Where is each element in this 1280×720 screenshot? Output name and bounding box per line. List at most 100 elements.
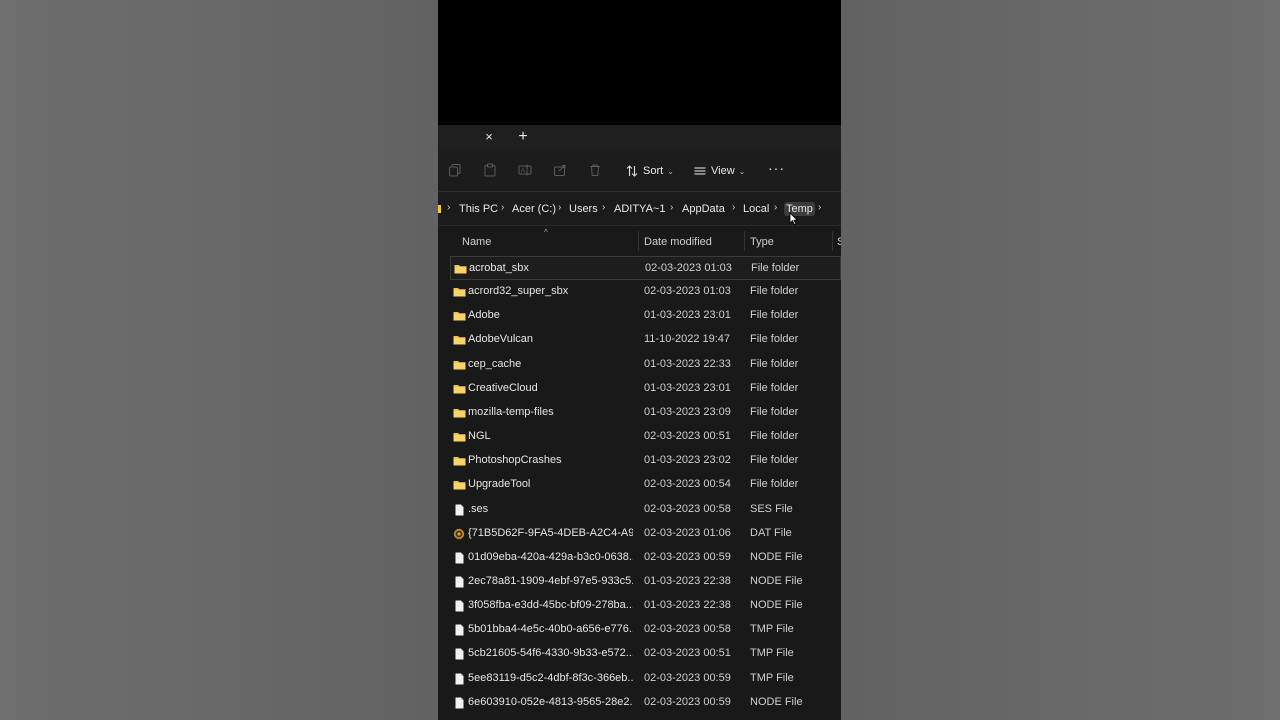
column-divider[interactable]	[744, 231, 745, 251]
file-type: TMP File	[750, 647, 794, 660]
file-row[interactable]: 5b01bba4-4e5c-40b0-a656-e776... 02-03-202…	[450, 618, 841, 642]
file-row[interactable]: UpgradeTool 02-03-2023 00:54 File folder	[450, 473, 841, 497]
file-date-modified: 02-03-2023 00:58	[644, 502, 731, 515]
file-icon	[453, 551, 466, 564]
file-icon	[453, 696, 466, 709]
chevron-down-icon: ⌄	[738, 166, 746, 176]
file-date-modified: 02-03-2023 00:59	[644, 550, 731, 563]
file-date-modified: 01-03-2023 23:01	[644, 381, 731, 394]
breadcrumb-local[interactable]: Local	[743, 203, 769, 215]
file-row[interactable]: AdobeVulcan 11-10-2022 19:47 File folder	[450, 328, 841, 352]
file-type: File folder	[750, 309, 799, 322]
file-date-modified: 01-03-2023 23:01	[644, 309, 731, 322]
breadcrumb-this-pc[interactable]: This PC	[459, 203, 498, 215]
sort-ascending-icon: ^	[544, 228, 548, 237]
column-divider[interactable]	[638, 231, 639, 251]
dat-file-icon	[453, 527, 466, 539]
file-type: DAT File	[750, 526, 792, 539]
folder-icon	[453, 382, 466, 394]
file-type: NODE File	[750, 599, 803, 612]
delete-icon[interactable]	[588, 163, 602, 177]
file-name: cep_cache	[468, 357, 522, 370]
file-date-modified: 02-03-2023 00:58	[644, 623, 731, 636]
file-date-modified: 11-10-2022 19:47	[644, 333, 731, 346]
breadcrumb-expand-chevron[interactable]: ›	[818, 202, 821, 213]
breadcrumb-separator: ›	[602, 202, 606, 213]
paste-icon[interactable]	[483, 163, 497, 177]
file-name: 5ee83119-d5c2-4dbf-8f3c-366eb...	[468, 671, 633, 684]
file-name: 5b01bba4-4e5c-40b0-a656-e776...	[468, 623, 633, 636]
file-row[interactable]: acrobat_sbx 02-03-2023 01:03 File folder	[450, 256, 841, 280]
file-type: NODE File	[750, 550, 803, 563]
file-name: 01d09eba-420a-429a-b3c0-0638...	[468, 550, 633, 563]
new-tab-button[interactable]: +	[516, 129, 530, 145]
file-row[interactable]: 3f058fba-e3dd-45bc-bf09-278ba... 01-03-20…	[450, 594, 841, 618]
file-row[interactable]: cep_cache 01-03-2023 22:33 File folder	[450, 353, 841, 377]
file-row[interactable]: 6e603910-052e-4813-9565-28e2... 02-03-202…	[450, 691, 841, 715]
file-icon	[453, 647, 466, 660]
folder-icon	[453, 358, 466, 370]
breadcrumb-acer-c[interactable]: Acer (C:)	[512, 203, 556, 215]
share-icon[interactable]	[553, 163, 567, 177]
address-bar[interactable]: › This PC › Acer (C:) › Users › ADITYA~1…	[438, 192, 841, 226]
column-header-type[interactable]: Type	[750, 236, 774, 248]
file-row[interactable]: .ses 02-03-2023 00:58 SES File	[450, 498, 841, 522]
file-name: NGL	[468, 430, 491, 443]
file-date-modified: 02-03-2023 00:54	[644, 478, 731, 491]
file-date-modified: 01-03-2023 22:33	[644, 357, 731, 370]
file-date-modified: 02-03-2023 00:59	[644, 671, 731, 684]
file-row[interactable]: mozilla-temp-files 01-03-2023 23:09 File f…	[450, 401, 841, 425]
file-type: File folder	[750, 357, 799, 370]
column-header-size[interactable]: S	[837, 236, 841, 248]
breadcrumb-separator: ›	[501, 202, 505, 213]
file-name: 3f058fba-e3dd-45bc-bf09-278ba...	[468, 599, 633, 612]
file-row[interactable]: PhotoshopCrashes 01-03-2023 23:02 File fol…	[450, 449, 841, 473]
file-type: NODE File	[750, 574, 803, 587]
view-button[interactable]: View ⌄	[694, 161, 745, 181]
file-type: TMP File	[750, 623, 794, 636]
explorer-window: × + A Sort ⌄ View ⌄ ··· › This PC › Acer…	[438, 0, 841, 720]
file-icon	[453, 599, 466, 612]
view-icon	[694, 165, 706, 177]
file-name: UpgradeTool	[468, 478, 531, 491]
breadcrumb-users[interactable]: Users	[569, 203, 598, 215]
command-bar: A Sort ⌄ View ⌄ ···	[438, 151, 841, 192]
file-row[interactable]: 5cb21605-54f6-4330-9b33-e572... 02-03-202…	[450, 642, 841, 666]
folder-icon	[453, 406, 466, 418]
file-row[interactable]: {71B5D62F-9FA5-4DEB-A2C4-A9... 02-03-2023…	[450, 522, 841, 546]
file-name: 2ec78a81-1909-4ebf-97e5-933c5...	[468, 574, 633, 587]
file-date-modified: 01-03-2023 22:38	[644, 574, 731, 587]
folder-icon	[453, 430, 466, 442]
close-tab-button[interactable]: ×	[482, 130, 496, 144]
left-backdrop	[0, 0, 438, 720]
file-date-modified: 01-03-2023 22:38	[644, 599, 731, 612]
file-row[interactable]: CreativeCloud 01-03-2023 23:01 File folder	[450, 377, 841, 401]
file-date-modified: 02-03-2023 01:06	[644, 526, 731, 539]
file-type: NODE File	[750, 695, 803, 708]
file-name: CreativeCloud	[468, 381, 538, 394]
breadcrumb-aditya[interactable]: ADITYA~1	[614, 203, 665, 215]
file-row[interactable]: 5ee83119-d5c2-4dbf-8f3c-366eb... 02-03-20…	[450, 667, 841, 691]
breadcrumb-separator: ›	[732, 202, 736, 213]
file-name: 6e603910-052e-4813-9565-28e2...	[468, 695, 633, 708]
file-row[interactable]: Adobe 01-03-2023 23:01 File folder	[450, 304, 841, 328]
copy-icon[interactable]	[448, 163, 462, 177]
column-header-date-modified[interactable]: Date modified	[644, 236, 712, 248]
rename-icon[interactable]: A	[518, 163, 532, 177]
folder-icon	[453, 309, 466, 321]
column-header-name[interactable]: Name	[462, 236, 491, 248]
view-label: View	[711, 165, 735, 177]
file-type: File folder	[751, 262, 800, 274]
file-row[interactable]: 01d09eba-420a-429a-b3c0-0638... 02-03-202…	[450, 546, 841, 570]
file-type: SES File	[750, 502, 793, 515]
file-row[interactable]: NGL 02-03-2023 00:51 File folder	[450, 425, 841, 449]
file-type: TMP File	[750, 671, 794, 684]
column-divider[interactable]	[832, 231, 833, 251]
file-row[interactable]: acrord32_super_sbx 02-03-2023 01:03 File f…	[450, 280, 841, 304]
sort-button[interactable]: Sort ⌄	[626, 161, 674, 181]
more-options-button[interactable]: ···	[768, 161, 786, 177]
file-list: ^ Name Date modified Type S acrobat_sbx 0…	[438, 226, 841, 720]
file-row[interactable]: 2ec78a81-1909-4ebf-97e5-933c5... 01-03-20…	[450, 570, 841, 594]
breadcrumb-appdata[interactable]: AppData	[682, 203, 725, 215]
folder-icon	[438, 205, 441, 213]
